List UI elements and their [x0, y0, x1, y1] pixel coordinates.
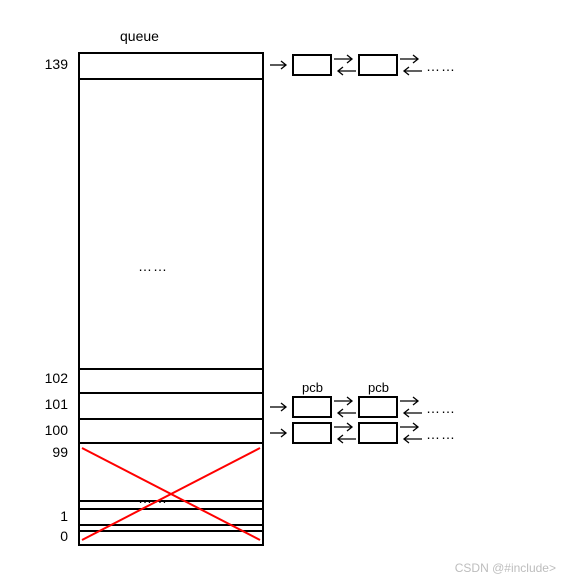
divider — [78, 530, 264, 532]
arrow-right-icon — [334, 396, 356, 406]
arrow-right-icon — [334, 54, 356, 64]
ellipsis-trail: …… — [426, 400, 456, 416]
divider — [78, 368, 264, 370]
label-100: 100 — [28, 422, 68, 438]
pcb-node — [292, 422, 332, 444]
queue-array — [78, 52, 264, 546]
label-1: 1 — [28, 508, 68, 524]
ellipsis-trail: …… — [426, 426, 456, 442]
pcb-label: pcb — [302, 380, 323, 395]
arrow-right-icon — [400, 396, 422, 406]
arrow-right-icon — [334, 422, 356, 432]
divider — [78, 392, 264, 394]
ellipsis-trail: …… — [426, 58, 456, 74]
label-102: 102 — [28, 370, 68, 386]
arrow-left-icon — [400, 434, 422, 444]
ellipsis-main: …… — [138, 258, 168, 274]
ellipsis-lower: …… — [138, 490, 168, 506]
pcb-node — [292, 396, 332, 418]
pcb-node — [358, 422, 398, 444]
divider — [78, 442, 264, 444]
diagram-stage: queue 139 102 101 100 99 1 0 …… …… …… pc… — [0, 0, 568, 583]
arrow-left-icon — [334, 66, 356, 76]
divider — [78, 418, 264, 420]
arrow-left-icon — [334, 408, 356, 418]
pcb-label: pcb — [368, 380, 389, 395]
pcb-node — [358, 54, 398, 76]
pcb-node — [292, 54, 332, 76]
divider — [78, 500, 264, 502]
divider — [78, 508, 264, 510]
arrow-right-icon — [270, 60, 290, 70]
watermark: CSDN @#include> — [455, 561, 556, 575]
arrow-right-icon — [400, 422, 422, 432]
label-99: 99 — [28, 444, 68, 460]
divider — [78, 524, 264, 526]
label-101: 101 — [28, 396, 68, 412]
arrow-left-icon — [400, 408, 422, 418]
arrow-right-icon — [400, 54, 422, 64]
arrow-left-icon — [400, 66, 422, 76]
label-0: 0 — [28, 528, 68, 544]
arrow-right-icon — [270, 402, 290, 412]
arrow-left-icon — [334, 434, 356, 444]
queue-title: queue — [120, 28, 159, 44]
pcb-node — [358, 396, 398, 418]
arrow-right-icon — [270, 428, 290, 438]
label-139: 139 — [28, 56, 68, 72]
divider — [78, 78, 264, 80]
